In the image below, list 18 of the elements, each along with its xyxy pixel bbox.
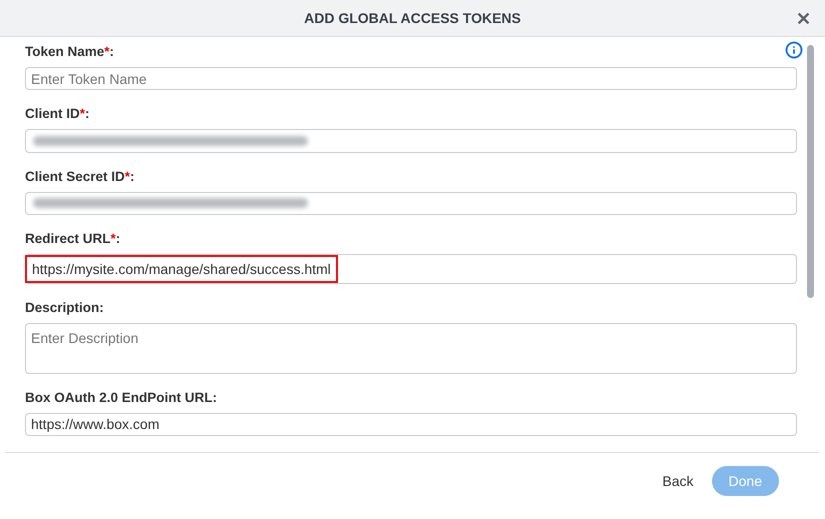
info-icon[interactable]	[785, 41, 803, 59]
scrollbar-thumb[interactable]	[807, 45, 814, 298]
input-field[interactable]	[25, 192, 797, 216]
field-label: Box OAuth 2.0 EndPoint URL:	[25, 390, 217, 406]
field-label: Client Secret ID*:	[25, 168, 135, 185]
input-field[interactable]: https://www.box.com	[25, 412, 797, 436]
dialog-title: ADD GLOBAL ACCESS TOKENS	[304, 10, 521, 26]
field-label: Description:	[25, 300, 104, 316]
input-field[interactable]: Enter Token Name	[25, 67, 797, 90]
field-value: https://mysite.com/manage/shared/success.html	[25, 255, 338, 284]
input-field[interactable]	[25, 129, 797, 153]
field-label: Token Name*:	[25, 44, 114, 60]
close-button[interactable]: ✕	[792, 6, 815, 32]
text-area[interactable]: Enter Description	[25, 323, 797, 374]
input-field[interactable]: https://mysite.com/manage/shared/success.html	[25, 254, 797, 284]
field-label: Redirect URL*:	[25, 231, 120, 248]
field-label: Client ID*:	[25, 106, 90, 122]
back-button[interactable]: Back	[662, 473, 694, 489]
